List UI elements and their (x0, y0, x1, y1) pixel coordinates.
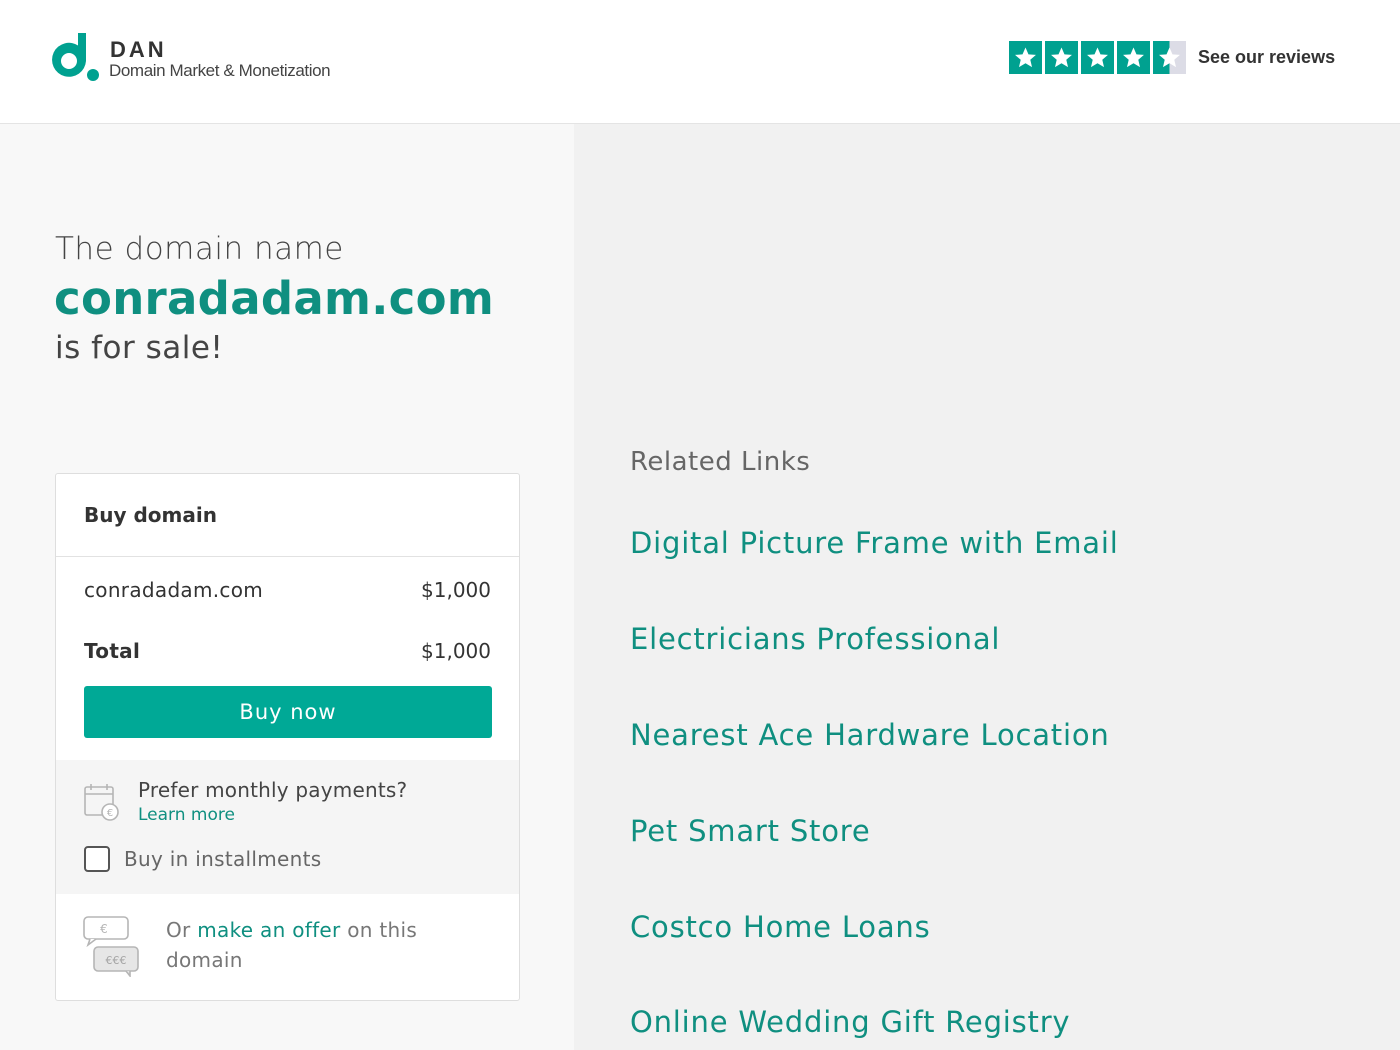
buy-now-button[interactable]: Buy now (84, 686, 492, 738)
make-offer-link[interactable]: make an offer (197, 918, 340, 942)
item-price: $1,000 (421, 578, 491, 602)
related-link[interactable]: Electricians Professional (630, 622, 1000, 656)
hero-domain-name: conradadam.com (54, 272, 495, 325)
star-icon (1009, 41, 1042, 74)
hero-for-sale: is for sale! (55, 330, 224, 366)
related-links-heading: Related Links (630, 447, 811, 477)
half-star-icon (1153, 41, 1186, 74)
installments-checkbox[interactable] (84, 846, 110, 872)
hero-intro: The domain name (55, 231, 344, 267)
star-icon (1117, 41, 1150, 74)
installments-label[interactable]: Buy in installments (124, 847, 321, 871)
item-domain: conradadam.com (84, 578, 264, 602)
brand-tagline: Domain Market & Monetization (109, 61, 331, 80)
star-icon (1045, 41, 1078, 74)
calendar-euro-icon: € (84, 784, 119, 821)
svg-text:€€€: €€€ (106, 954, 127, 967)
related-link[interactable]: Pet Smart Store (630, 814, 870, 848)
star-icon (1081, 41, 1114, 74)
offer-prefix: Or (166, 918, 191, 942)
monthly-payments-question: Prefer monthly payments? (138, 778, 408, 802)
total-price: $1,000 (421, 639, 491, 663)
see-reviews-link[interactable]: See our reviews (1198, 47, 1335, 68)
learn-more-link[interactable]: Learn more (138, 805, 235, 825)
make-offer-text: Or make an offer on this domain (166, 915, 466, 975)
total-label: Total (84, 639, 141, 663)
trustpilot-rating[interactable] (1009, 41, 1186, 74)
related-link[interactable]: Digital Picture Frame with Email (630, 526, 1119, 560)
card-title: Buy domain (84, 503, 217, 527)
svg-text:€: € (100, 922, 108, 936)
divider (56, 556, 519, 557)
svg-text:€: € (107, 808, 113, 819)
related-link[interactable]: Online Wedding Gift Registry (630, 1005, 1070, 1039)
related-link[interactable]: Costco Home Loans (630, 910, 931, 944)
offer-chat-icon: € €€€ (83, 916, 139, 977)
installments-section: € Prefer monthly payments? Learn more Bu… (56, 760, 519, 894)
dan-logo-icon[interactable] (49, 33, 101, 83)
brand-name: DAN (110, 37, 167, 62)
related-link[interactable]: Nearest Ace Hardware Location (630, 718, 1110, 752)
buy-domain-card: Buy domain conradadam.com $1,000 Total $… (55, 473, 520, 1001)
site-header: DAN Domain Market & Monetization See our… (0, 0, 1400, 124)
